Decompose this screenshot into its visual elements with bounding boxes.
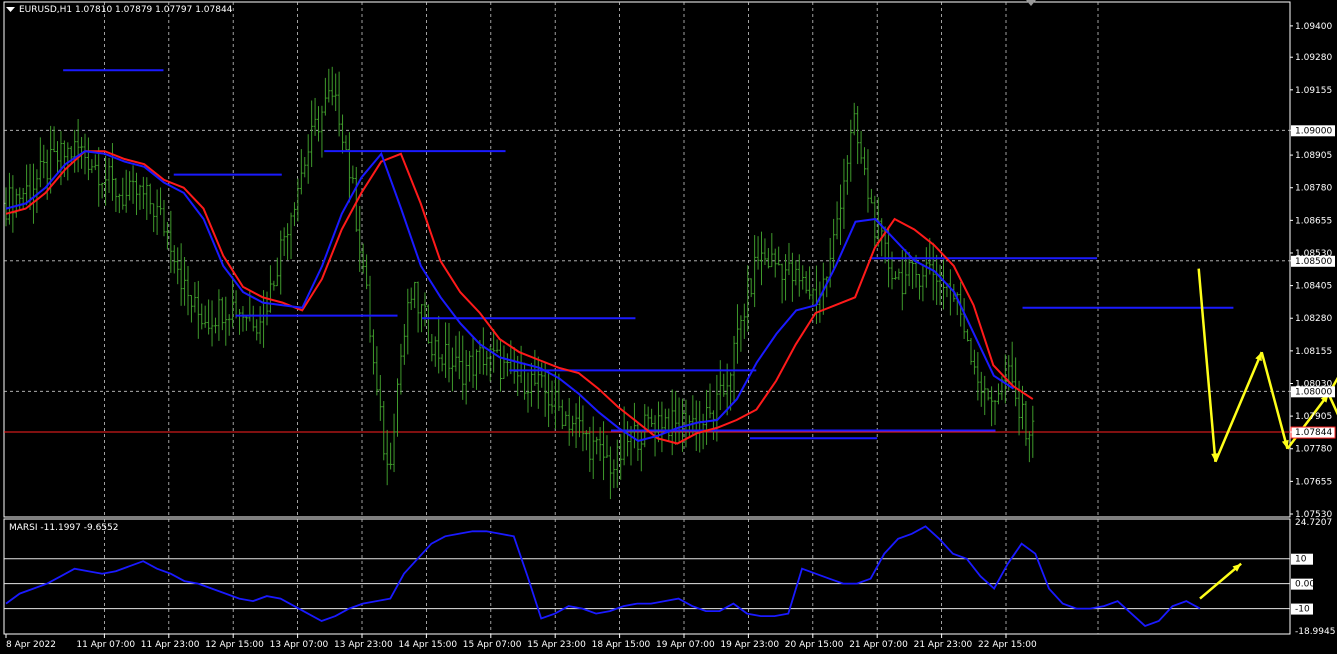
indicator-grid — [3, 518, 1291, 635]
y-tick-label: 1.07655 — [1295, 477, 1332, 487]
indicator-pane-frame — [3, 518, 1291, 635]
x-tick-label: 13 Apr 23:00 — [334, 640, 393, 650]
y-tick-label: 1.09280 — [1295, 53, 1332, 63]
x-axis-labels: 8 Apr 2022 11 Apr 07:00 11 Apr 23:00 12 Apr… — [5, 634, 1037, 650]
indicator-y-tick-label: -18.9945 — [1295, 627, 1335, 637]
indicator-y-tick-label: 24.7207 — [1295, 518, 1332, 528]
y-tick-label: 1.09155 — [1295, 86, 1332, 96]
marsi-series — [5, 525, 1201, 628]
chart-header: EURUSD,H1 1.07810 1.07879 1.07797 1.0784… — [19, 5, 233, 15]
x-tick-label: 13 Apr 07:00 — [270, 640, 329, 650]
x-tick-label: 20 Apr 15:00 — [785, 640, 844, 650]
y-tick-label: 1.07844 — [1295, 428, 1332, 438]
y-tick-label: 1.09000 — [1295, 126, 1332, 136]
marsi-line — [5, 525, 1242, 628]
x-tick-label: 15 Apr 23:00 — [527, 640, 586, 650]
y-tick-label: 1.08280 — [1295, 314, 1332, 324]
x-tick-label: 18 Apr 15:00 — [592, 640, 651, 650]
y-tick-label: 1.08000 — [1295, 387, 1332, 397]
x-tick-label: 15 Apr 07:00 — [463, 640, 522, 650]
moving-averages — [5, 150, 1034, 445]
level-lines — [63, 69, 1234, 440]
y-tick-label: 1.07905 — [1295, 412, 1332, 422]
y-tick-label: 1.08905 — [1295, 151, 1332, 161]
x-tick-label: 21 Apr 07:00 — [849, 640, 908, 650]
x-tick-label: 19 Apr 07:00 — [656, 640, 715, 650]
x-tick-label: 12 Apr 15:00 — [205, 640, 264, 650]
indicator-y-tick-label: 10 — [1295, 555, 1307, 565]
x-tick-label: 11 Apr 23:00 — [141, 640, 200, 650]
ma-slow-line — [5, 150, 1034, 445]
arrow-shaft — [1197, 268, 1217, 462]
indicator-header: MARSI -11.1997 -9.6552 — [9, 523, 118, 533]
main-grid — [3, 1, 1291, 518]
y-tick-label: 1.09400 — [1295, 22, 1332, 32]
indicator-y-tick-label: -10 — [1295, 605, 1310, 615]
y-tick-label: 1.07780 — [1295, 445, 1332, 455]
x-tick-label: 8 Apr 2022 — [6, 640, 56, 650]
y-tick-label: 1.08155 — [1295, 347, 1332, 357]
menu-triangle-icon[interactable] — [6, 7, 15, 12]
x-tick-label: 19 Apr 23:00 — [720, 640, 779, 650]
x-tick-label: 14 Apr 15:00 — [398, 640, 457, 650]
y-axis-labels: 1.09400 1.09280 1.09155 1.09000 1.08905 1.087… — [1290, 22, 1336, 637]
y-tick-label: 1.08655 — [1295, 216, 1332, 226]
arrow-shaft — [1214, 351, 1263, 463]
main-pane-frame — [3, 1, 1291, 518]
chart-canvas: 1.09400 1.09280 1.09155 1.09000 1.08905 1.087… — [3, 0, 1337, 650]
x-tick-label: 22 Apr 15:00 — [978, 640, 1037, 650]
x-tick-label: 11 Apr 07:00 — [76, 640, 135, 650]
y-tick-label: 1.08780 — [1295, 184, 1332, 194]
x-tick-label: 21 Apr 23:00 — [914, 640, 973, 650]
indicator-y-tick-label: 0.00 — [1295, 580, 1315, 590]
candles — [4, 66, 1035, 500]
y-tick-label: 1.08405 — [1295, 282, 1332, 292]
scroll-marker-icon[interactable] — [1026, 0, 1036, 6]
y-tick-label: 1.08500 — [1295, 257, 1332, 267]
arrow-shaft — [1260, 351, 1289, 450]
